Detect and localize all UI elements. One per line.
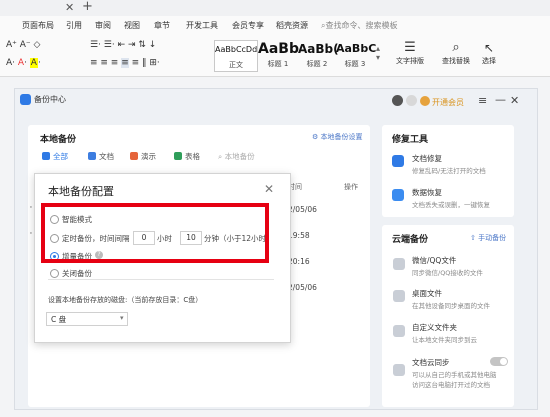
- menu-page-layout[interactable]: 页面布局: [22, 20, 54, 31]
- menu-chapter[interactable]: 章节: [154, 20, 170, 31]
- vip-link[interactable]: 开通会员: [432, 97, 464, 108]
- text-layout-button[interactable]: ☰ 文字排版: [392, 40, 428, 66]
- table-row[interactable]: 2/05/06: [288, 283, 317, 292]
- doc-repair-desc: 修复乱码/无法打开的文档: [412, 167, 486, 175]
- cursor-icon: ↖: [483, 41, 495, 55]
- doc-repair-icon: [392, 155, 404, 167]
- menu-references[interactable]: 引用: [66, 20, 82, 31]
- title-bar: ✕ +: [0, 0, 550, 16]
- menu-view[interactable]: 视图: [124, 20, 140, 31]
- search-icon: ⌕: [218, 152, 225, 161]
- desktop-files-desc: 在其他设备同步桌面的文件: [412, 302, 490, 310]
- new-tab-icon[interactable]: +: [82, 0, 93, 14]
- doc-cloud-sync-desc-1: 可以从自己的手机或其他电脑: [412, 371, 497, 379]
- all-files-icon: [42, 152, 50, 160]
- disk-select[interactable]: C 盘: [46, 312, 128, 326]
- menu-review[interactable]: 审阅: [95, 20, 111, 31]
- minimize-icon[interactable]: —: [495, 93, 506, 106]
- column-header-action: 操作: [344, 183, 358, 191]
- vip-icon[interactable]: [420, 96, 430, 106]
- list-icon[interactable]: ☰· ☰· ⇤ ⇥ ⇅ ↓: [90, 40, 156, 50]
- style-heading-2[interactable]: AaBb( 标题 2: [298, 40, 339, 70]
- cloud-sync-toggle[interactable]: [490, 357, 508, 366]
- wechat-qq-desc: 同步微信/QQ接收的文件: [412, 269, 483, 277]
- menu-developer[interactable]: 开发工具: [186, 20, 218, 31]
- filter-sheets[interactable]: 表格: [174, 151, 200, 162]
- table-row[interactable]: 2/05/06: [288, 205, 317, 214]
- wechat-qq-icon: [393, 258, 405, 270]
- desktop-icon: [393, 290, 405, 302]
- off-backup-label: 关闭备份: [62, 269, 92, 278]
- dialog-divider: [48, 279, 274, 280]
- radio-off-backup[interactable]: [50, 269, 59, 278]
- menu-docer[interactable]: 稻壳资源: [276, 20, 308, 31]
- local-backup-title: 本地备份: [40, 135, 77, 145]
- avatar[interactable]: [392, 95, 403, 106]
- ribbon-toolbar: A⁺ A⁻ ◇ A· A· A· ☰· ☰· ⇤ ⇥ ⇅ ↓ ≡ ≡ ≡ ≡ ≡…: [0, 36, 550, 77]
- wechat-qq-files-link[interactable]: 微信/QQ文件: [412, 255, 456, 266]
- filter-slides[interactable]: 演示: [130, 151, 156, 162]
- find-replace-button[interactable]: ⌕ 查找替换: [436, 40, 476, 66]
- custom-folder-desc: 让本地文件夹同步到云: [412, 336, 477, 344]
- dialog-title: 本地备份配置: [48, 185, 114, 198]
- menu-bar: 页面布局 引用 审阅 视图 章节 开发工具 会员专享 稻壳资源 ⌕查找命令、搜索…: [0, 16, 550, 36]
- user-badge-icon[interactable]: [406, 95, 417, 106]
- manual-backup-link[interactable]: ⇧ 手动备份: [470, 233, 506, 243]
- doc-cloud-sync-label: 文档云同步: [412, 358, 450, 367]
- cloud-sync-icon: [393, 364, 405, 376]
- text-layout-icon: ☰: [404, 40, 416, 55]
- font-grow-icon[interactable]: A⁺ A⁻ ◇: [6, 40, 40, 50]
- doc-repair-link[interactable]: 文档修复: [412, 153, 442, 164]
- highlight-box: [41, 203, 269, 263]
- desktop-files-link[interactable]: 桌面文件: [412, 288, 442, 299]
- menu-icon[interactable]: ≡: [478, 94, 487, 107]
- repair-tools-title: 修复工具: [392, 135, 429, 145]
- close-tab-icon[interactable]: ✕: [65, 1, 74, 14]
- styles-scroll-icon[interactable]: ▴ ▾: [376, 44, 380, 62]
- chevron-down-icon[interactable]: ▾: [120, 314, 124, 322]
- disk-setting-label: 设置本地备份存放的磁盘:（当前存放目录：C盘）: [48, 296, 203, 304]
- filter-all[interactable]: 全部: [42, 151, 68, 162]
- data-recovery-desc: 文档丢失或误删，一键恢复: [412, 201, 490, 209]
- command-search[interactable]: ⌕查找命令、搜索模板: [321, 20, 397, 31]
- backup-center-logo-icon: [20, 94, 31, 105]
- style-normal[interactable]: AaBbCcDd 正文: [214, 40, 258, 72]
- window-title: 备份中心: [34, 95, 66, 104]
- custom-folder-link[interactable]: 自定义文件夹: [412, 322, 457, 333]
- folder-icon: [393, 325, 405, 337]
- local-backup-search[interactable]: ⌕ 本地备份: [218, 151, 255, 162]
- doc-cloud-sync-desc-2: 访问这台电脑打开过的文档: [412, 381, 490, 389]
- select-button[interactable]: ↖ 选择: [476, 40, 502, 66]
- data-recovery-icon: [392, 189, 404, 201]
- sheet-icon: [174, 152, 182, 160]
- data-recovery-link[interactable]: 数据恢复: [412, 187, 442, 198]
- cloud-backup-title: 云端备份: [392, 235, 429, 245]
- align-icons[interactable]: ≡ ≡ ≡ ≡ ≡ ‖ ⊞·: [90, 58, 160, 68]
- table-row[interactable]: 20:16: [288, 257, 310, 266]
- dialog-close-icon[interactable]: ✕: [264, 182, 274, 196]
- slides-icon: [130, 152, 138, 160]
- upload-icon: ⇧: [470, 234, 479, 242]
- gear-icon: ⚙: [312, 133, 321, 141]
- table-row[interactable]: 19:58: [288, 231, 310, 240]
- row-marker: ': [30, 205, 32, 213]
- menu-member[interactable]: 会员专享: [232, 20, 264, 31]
- style-heading-1[interactable]: AaBb 标题 1: [258, 40, 299, 70]
- magnifier-icon: ⌕: [452, 40, 460, 55]
- local-backup-settings-link[interactable]: ⚙ 本地备份设置: [312, 132, 363, 142]
- row-marker: ': [30, 231, 32, 239]
- style-heading-3[interactable]: AaBbC 标题 3: [336, 40, 376, 70]
- filter-docs[interactable]: 文档: [88, 151, 114, 162]
- font-color-icon[interactable]: A· A· A·: [6, 58, 41, 68]
- close-icon[interactable]: ✕: [510, 94, 519, 107]
- doc-icon: [88, 152, 96, 160]
